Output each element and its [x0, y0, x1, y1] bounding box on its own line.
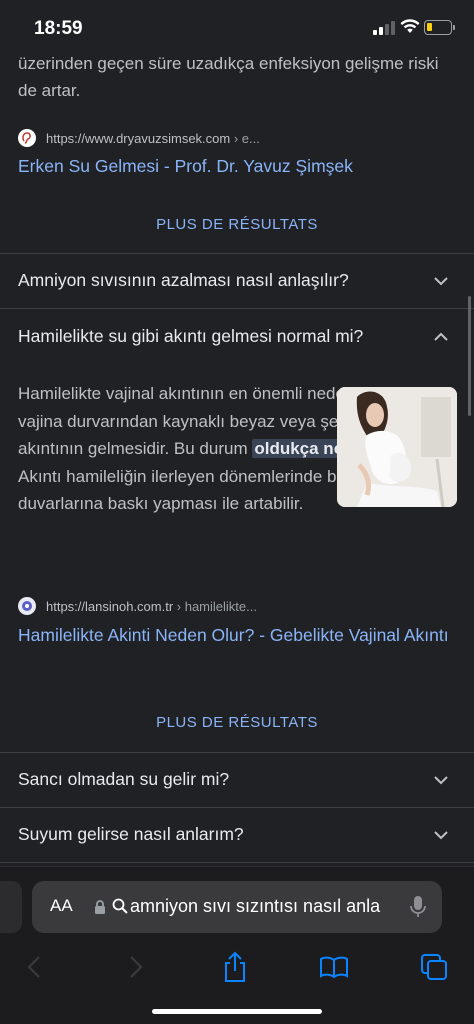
lansinoh-favicon-icon [18, 597, 36, 615]
previous-tab-preview[interactable] [0, 881, 22, 933]
tabs-button[interactable] [414, 947, 454, 987]
chevron-down-icon [434, 277, 448, 286]
result-link-hamilelikte-akinti[interactable]: Hamilelikte Akinti Neden Olur? - Gebelik… [18, 621, 458, 649]
battery-icon [424, 20, 455, 35]
address-bar[interactable]: AA amniyon sıvı sızıntısı nasıl anla [32, 881, 442, 933]
result-source[interactable]: https://lansinoh.com.tr › hamilelikte... [18, 596, 257, 616]
faq-item-suyum[interactable]: Suyum gelirse nasıl anlarım? [0, 808, 474, 862]
result-source[interactable]: https://www.dryavuzsimsek.com › e... [18, 128, 260, 148]
faq-question: Sancı olmadan su gelir mi? [18, 769, 230, 789]
pregnant-woman-image[interactable] [337, 387, 457, 507]
divider [0, 308, 474, 309]
faq-question: Amniyon sıvısının azalması nasıl anlaşıl… [18, 270, 349, 290]
microphone-icon[interactable] [410, 895, 426, 919]
snippet-text: üzerinden geçen süre uzadıkça enfeksiyon… [18, 54, 439, 100]
faq-item-amniyon[interactable]: Amniyon sıvısının azalması nasıl anlaşıl… [0, 254, 474, 308]
reader-settings-button[interactable]: AA [50, 896, 73, 916]
tabs-icon [421, 954, 447, 980]
more-results-button[interactable]: PLUS DE RÉSULTATS [0, 216, 474, 233]
scrollbar[interactable] [468, 296, 471, 416]
source-url: https://www.dryavuzsimsek.com › e... [46, 130, 260, 146]
faq-question: Suyum gelirse nasıl anlarım? [18, 824, 244, 844]
chevron-left-icon [27, 956, 40, 978]
divider [0, 862, 474, 863]
book-icon [320, 956, 348, 979]
chevron-right-icon [130, 956, 143, 978]
chevron-up-icon [434, 332, 448, 341]
status-bar: 18:59 [0, 0, 474, 54]
cellular-signal-icon [373, 21, 395, 35]
search-icon [112, 898, 128, 914]
lock-icon [95, 900, 105, 914]
more-results-button[interactable]: PLUS DE RÉSULTATS [0, 714, 474, 731]
browser-toolbar [0, 947, 474, 987]
forward-button[interactable] [116, 947, 156, 987]
chevron-down-icon [434, 776, 448, 785]
faq-question: Hamilelikte su gibi akıntı gelmesi norma… [18, 326, 364, 346]
home-indicator[interactable] [152, 1009, 322, 1014]
status-time: 18:59 [34, 18, 83, 39]
address-text[interactable]: amniyon sıvı sızıntısı nasıl anla [130, 896, 388, 917]
browser-bottom-bar: AA amniyon sıvı sızıntısı nasıl anla [0, 866, 474, 1024]
ear-favicon-icon [18, 129, 36, 147]
back-button[interactable] [14, 947, 54, 987]
share-button[interactable] [215, 947, 255, 987]
faq-item-hamilelikte[interactable]: Hamilelikte su gibi akıntı gelmesi norma… [0, 310, 474, 364]
faq-item-sanci[interactable]: Sancı olmadan su gelir mi? [0, 753, 474, 807]
bookmarks-button[interactable] [314, 947, 354, 987]
source-url: https://lansinoh.com.tr › hamilelikte... [46, 598, 257, 614]
wifi-icon [400, 18, 420, 39]
chevron-down-icon [434, 831, 448, 840]
result-link-erken-su-gelmesi[interactable]: Erken Su Gelmesi - Prof. Dr. Yavuz Şimşe… [18, 152, 458, 180]
share-icon [225, 951, 245, 982]
